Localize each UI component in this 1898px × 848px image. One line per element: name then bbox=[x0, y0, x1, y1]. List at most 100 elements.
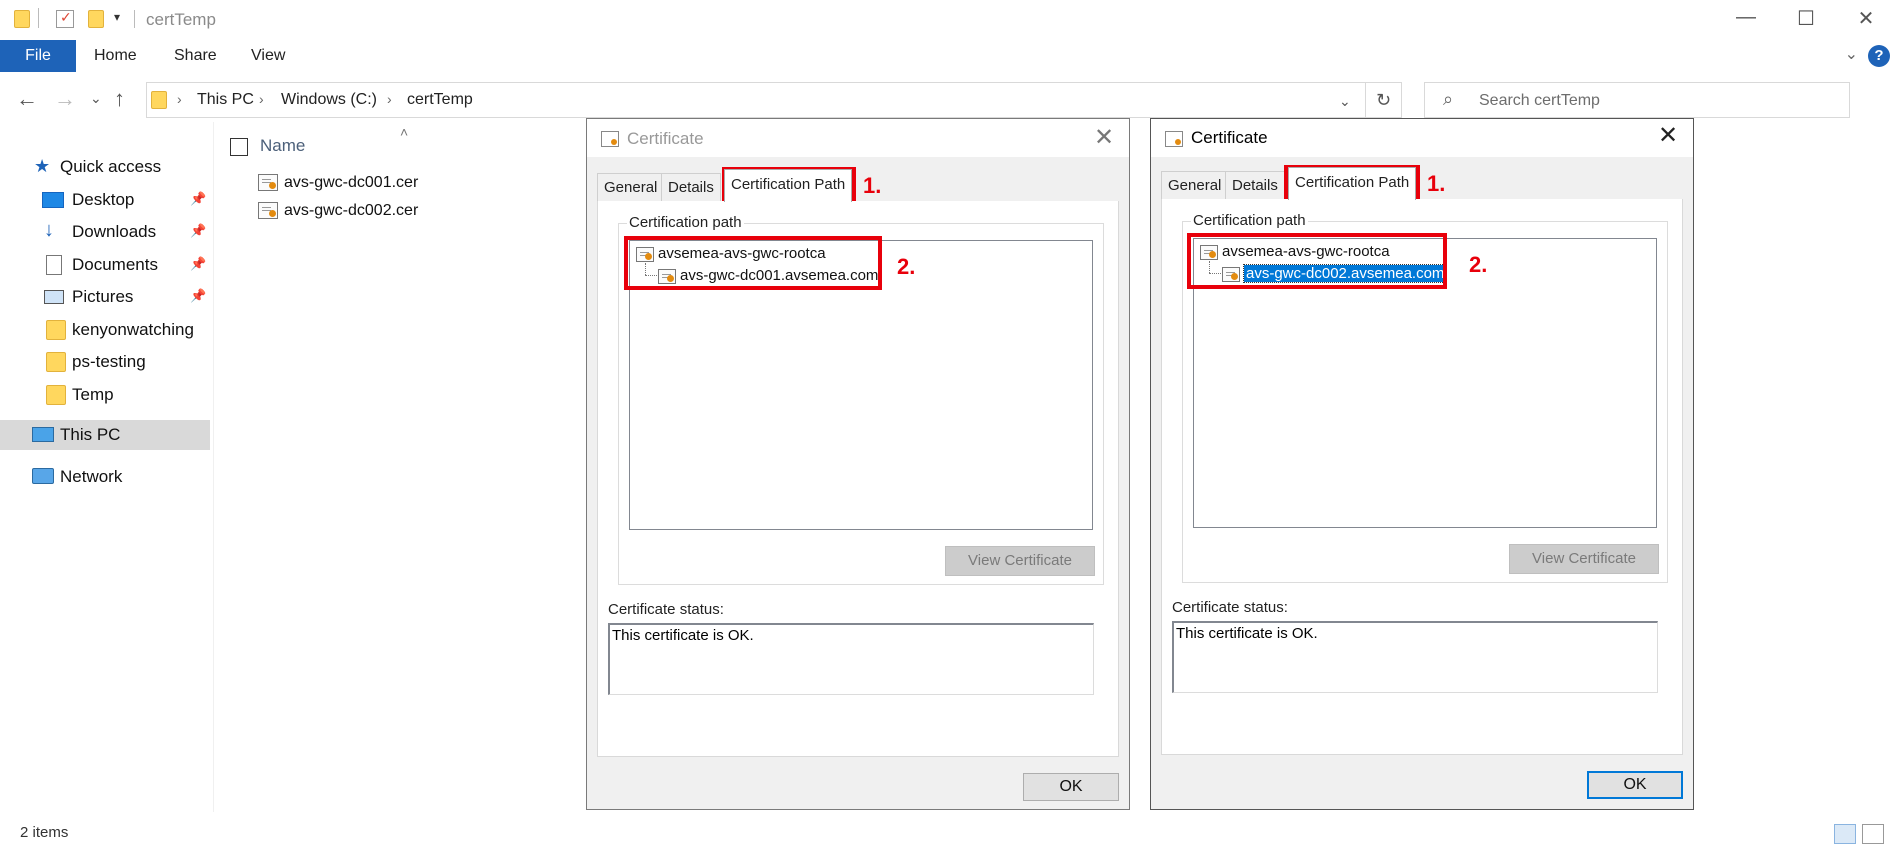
minimize-icon[interactable]: — bbox=[1731, 6, 1761, 29]
breadcrumb-windows-c[interactable]: Windows (C:) bbox=[281, 91, 377, 109]
recent-locations-icon[interactable]: ⌄ bbox=[90, 90, 102, 107]
annotation-label-2: 2. bbox=[897, 254, 916, 279]
certificate-status-label: Certificate status: bbox=[1172, 599, 1288, 616]
tab-view[interactable]: View bbox=[251, 40, 285, 72]
close-icon[interactable]: ✕ bbox=[1653, 121, 1683, 150]
dialog-title-bar: Certificate ✕ bbox=[587, 119, 1129, 157]
breadcrumb-this-pc[interactable]: This PC bbox=[197, 91, 254, 109]
tab-general[interactable]: General bbox=[597, 173, 665, 201]
nav-item-downloads[interactable]: ↓ Downloads 📌 bbox=[0, 217, 210, 247]
back-arrow-icon[interactable]: ← bbox=[16, 86, 38, 112]
document-icon bbox=[46, 255, 62, 275]
view-certificate-button[interactable]: View Certificate bbox=[945, 546, 1095, 576]
group-label: Certification path bbox=[1191, 212, 1308, 229]
annotation-box-path bbox=[624, 236, 882, 290]
address-row: ← → ⌄ ↑ › This PC › Windows (C:) › certT… bbox=[0, 80, 1898, 120]
certificate-dialog-1: Certificate ✕ General Details Certificat… bbox=[586, 118, 1130, 810]
large-icons-view-icon[interactable] bbox=[1862, 824, 1884, 844]
file-list: ˄ Name avs-gwc-dc001.cer avs-gwc-dc002.c… bbox=[216, 122, 576, 812]
certificate-file-icon bbox=[258, 174, 278, 192]
tab-file[interactable]: File bbox=[0, 40, 76, 72]
nav-item-documents[interactable]: Documents 📌 bbox=[0, 250, 210, 280]
nav-label: Pictures bbox=[72, 287, 134, 306]
nav-item-network[interactable]: Network bbox=[0, 462, 210, 492]
search-placeholder: Search certTemp bbox=[1479, 92, 1600, 109]
tab-details[interactable]: Details bbox=[1225, 171, 1285, 199]
tab-certification-path[interactable]: Certification Path bbox=[1288, 167, 1417, 200]
search-icon: ⌕ bbox=[1443, 89, 1454, 109]
pictures-icon bbox=[44, 290, 64, 304]
nav-quick-access[interactable]: ★ Quick access bbox=[0, 152, 210, 182]
expand-ribbon-icon[interactable]: ⌄ bbox=[1845, 44, 1858, 64]
nav-label: Temp bbox=[72, 385, 114, 404]
ok-button[interactable]: OK bbox=[1023, 773, 1119, 801]
sort-ascending-icon: ˄ bbox=[400, 124, 409, 140]
refresh-icon[interactable]: ↻ bbox=[1366, 82, 1402, 118]
pin-icon: 📌 bbox=[190, 191, 207, 206]
nav-label: kenyonwatching bbox=[72, 320, 194, 339]
pin-icon: 📌 bbox=[190, 223, 207, 238]
column-header-name[interactable]: Name bbox=[260, 136, 305, 156]
help-icon[interactable]: ? bbox=[1868, 45, 1890, 67]
pin-icon: 📌 bbox=[190, 256, 207, 271]
view-certificate-button[interactable]: View Certificate bbox=[1509, 544, 1659, 574]
separator bbox=[38, 8, 39, 28]
file-row[interactable]: avs-gwc-dc001.cer bbox=[258, 174, 418, 200]
tab-details[interactable]: Details bbox=[661, 173, 721, 201]
certificate-status-text: This certificate is OK. bbox=[608, 623, 1094, 695]
pin-icon: 📌 bbox=[190, 288, 207, 303]
nav-label: Documents bbox=[72, 255, 158, 274]
certificate-status-text: This certificate is OK. bbox=[1172, 621, 1658, 693]
nav-item-temp[interactable]: Temp bbox=[0, 380, 210, 410]
dialog-title: Certificate bbox=[1191, 128, 1268, 147]
close-icon[interactable]: ✕ bbox=[1851, 6, 1881, 31]
tab-certification-path[interactable]: Certification Path bbox=[724, 169, 853, 202]
select-all-checkbox[interactable] bbox=[230, 138, 248, 156]
search-input[interactable]: ⌕ Search certTemp bbox=[1424, 82, 1850, 118]
nav-item-this-pc[interactable]: This PC bbox=[0, 420, 210, 450]
star-icon: ★ bbox=[34, 156, 51, 176]
tab-home[interactable]: Home bbox=[94, 40, 137, 72]
nav-label: Network bbox=[60, 467, 123, 486]
tab-share[interactable]: Share bbox=[174, 40, 217, 72]
certificate-dialog-2: Certificate ✕ General Details Certificat… bbox=[1150, 118, 1694, 810]
nav-label: Desktop bbox=[72, 190, 135, 209]
annotation-label-1: 1. bbox=[1427, 171, 1446, 196]
annotation-box-path bbox=[1187, 233, 1447, 289]
items-count: 2 items bbox=[20, 824, 69, 841]
close-icon[interactable]: ✕ bbox=[1089, 123, 1119, 152]
file-row[interactable]: avs-gwc-dc002.cer bbox=[258, 202, 418, 228]
breadcrumb-certtemp[interactable]: certTemp bbox=[407, 91, 473, 109]
certificate-icon bbox=[601, 131, 619, 147]
address-bar[interactable]: › This PC › Windows (C:) › certTemp ⌄ bbox=[146, 82, 1366, 118]
computer-icon bbox=[32, 427, 54, 442]
breadcrumb-separator-icon[interactable]: › bbox=[259, 91, 264, 107]
ok-button[interactable]: OK bbox=[1587, 771, 1683, 799]
properties-icon[interactable]: ✓ bbox=[56, 9, 74, 28]
details-view-icon[interactable] bbox=[1834, 824, 1856, 844]
folder-icon[interactable] bbox=[14, 10, 30, 28]
nav-item-ps-testing[interactable]: ps-testing bbox=[0, 347, 210, 377]
new-folder-icon[interactable] bbox=[88, 10, 104, 28]
download-icon: ↓ bbox=[44, 219, 54, 241]
nav-item-pictures[interactable]: Pictures 📌 bbox=[0, 282, 210, 312]
breadcrumb-separator-icon[interactable]: › bbox=[177, 91, 182, 107]
nav-item-desktop[interactable]: Desktop 📌 bbox=[0, 185, 210, 215]
folder-icon bbox=[46, 352, 66, 372]
annotation-label-2: 2. bbox=[1469, 252, 1488, 277]
certificate-icon bbox=[1165, 131, 1183, 147]
customize-quick-access-icon[interactable]: ▾ bbox=[114, 10, 120, 24]
breadcrumb-separator-icon[interactable]: › bbox=[387, 91, 392, 107]
address-dropdown-icon[interactable]: ⌄ bbox=[1339, 93, 1351, 110]
certificate-file-icon bbox=[258, 202, 278, 220]
nav-item-kenyonwatching[interactable]: kenyonwatching bbox=[0, 315, 210, 345]
tab-general[interactable]: General bbox=[1161, 171, 1229, 199]
maximize-icon[interactable]: ☐ bbox=[1791, 6, 1821, 31]
forward-arrow-icon[interactable]: → bbox=[54, 86, 76, 112]
title-bar: ✓ ▾ certTemp — ☐ ✕ bbox=[0, 0, 1898, 40]
ribbon-tabs: File Home Share View ⌄ ? bbox=[0, 40, 1898, 74]
group-label: Certification path bbox=[627, 214, 744, 231]
up-arrow-icon[interactable]: ↑ bbox=[114, 86, 125, 112]
desktop-icon bbox=[42, 192, 64, 208]
certificate-status-label: Certificate status: bbox=[608, 601, 724, 618]
